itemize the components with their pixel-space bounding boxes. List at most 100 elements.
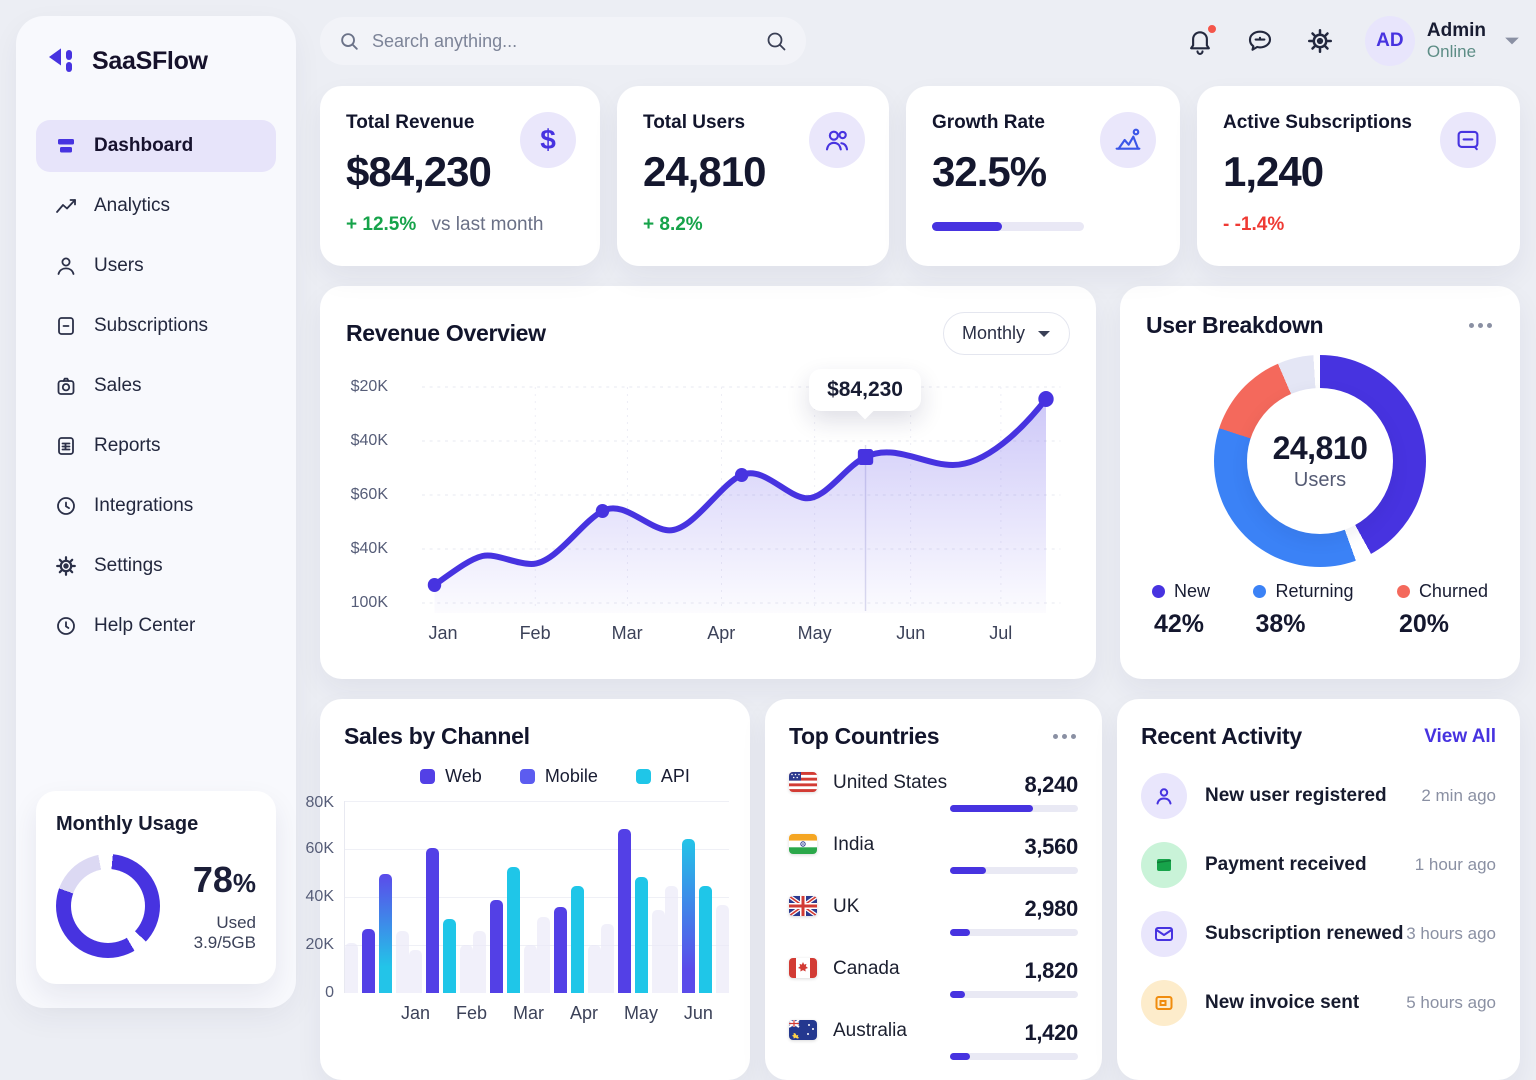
ghost-bar	[537, 917, 550, 993]
api-bar	[507, 867, 520, 993]
sidebar-item-label: Subscriptions	[94, 315, 208, 337]
revenue-line-chart: $20K $40K $60K $40K 100K	[346, 375, 1070, 615]
y-tick: 80K	[306, 794, 334, 812]
sidebar-item-sales[interactable]: Sales	[36, 360, 276, 412]
sales-legend: Web Mobile API	[384, 766, 726, 787]
x-axis-labels: Jan Feb Mar Apr May Jun	[388, 1003, 726, 1024]
payment-icon	[1141, 842, 1187, 888]
country-name: Australia	[833, 1020, 907, 1042]
gear-icon	[1305, 26, 1335, 56]
bar-group-feb	[409, 848, 473, 993]
search-icon-right	[764, 29, 788, 53]
bottom-row: Sales by Channel Web Mobile API 80K 60K …	[320, 699, 1520, 1080]
country-bar-track	[950, 929, 1078, 936]
stat-card-growth-rate: Growth Rate 32.5%	[906, 86, 1180, 266]
legend-label: Web	[445, 766, 482, 787]
sidebar-item-subscriptions[interactable]: Subscriptions	[36, 300, 276, 352]
search-input[interactable]	[372, 31, 752, 52]
legend-swatch	[636, 769, 651, 784]
x-tick: Feb	[520, 623, 551, 644]
stat-delta: + 12.5% vs last month	[346, 214, 574, 236]
sidebar-item-dashboard[interactable]: Dashboard	[36, 120, 276, 172]
sidebar-item-settings[interactable]: Settings	[36, 540, 276, 592]
view-all-link[interactable]: View All	[1424, 726, 1496, 748]
revenue-area	[434, 399, 1046, 613]
sidebar-item-label: Reports	[94, 435, 161, 457]
more-menu-icon[interactable]	[1467, 317, 1494, 334]
user-breakdown-card: User Breakdown 24,810 Users New 42%	[1120, 286, 1520, 679]
y-tick: 0	[325, 984, 334, 1002]
sidebar-item-help-center[interactable]: Help Center	[36, 600, 276, 652]
country-value: 3,560	[950, 834, 1078, 860]
monthly-usage-card: Monthly Usage 78% Used 3.9/5GB	[36, 791, 276, 984]
notifications-button[interactable]	[1185, 26, 1215, 56]
revenue-title: Revenue Overview	[346, 320, 546, 347]
country-row-united-states: United States 8,240	[789, 772, 1078, 812]
dashboard-icon	[54, 134, 78, 158]
messages-button[interactable]	[1245, 26, 1275, 56]
legend-label: Returning	[1275, 581, 1353, 602]
stat-card-total-revenue: Total Revenue $84,230 + 12.5% vs last mo…	[320, 86, 600, 266]
growth-mountain-icon	[1100, 112, 1156, 168]
integrations-icon	[54, 494, 78, 518]
country-name: United States	[833, 772, 947, 794]
activity-row-invoice: New invoice sent 5 hours ago	[1141, 980, 1496, 1026]
subscriptions-icon	[54, 314, 78, 338]
avatar-initials: AD	[1376, 30, 1403, 52]
bar-group-jan	[345, 874, 409, 993]
avatar: AD	[1365, 16, 1415, 66]
data-point	[596, 504, 609, 518]
country-bar-fill	[950, 867, 986, 874]
range-select[interactable]: Monthly	[943, 312, 1070, 355]
chart-tooltip: $84,230	[809, 369, 921, 411]
user-name: Admin	[1427, 20, 1486, 42]
mail-icon	[1141, 911, 1187, 957]
sidebar-item-label: Sales	[94, 375, 142, 397]
sidebar-item-label: Settings	[94, 555, 163, 577]
data-point	[735, 468, 748, 482]
delta-up: + 8.2%	[643, 214, 703, 235]
line-plot-area: $84,230	[398, 375, 1070, 615]
activity-row-subscription: Subscription renewed 3 hours ago	[1141, 911, 1496, 957]
more-menu-icon[interactable]	[1051, 728, 1078, 745]
sidebar-item-label: Dashboard	[94, 135, 193, 157]
y-tick: $20K	[351, 378, 388, 396]
settings-button[interactable]	[1305, 26, 1335, 56]
sales-icon	[54, 374, 78, 398]
api-bar	[635, 877, 648, 993]
api-bar	[571, 886, 584, 993]
delta-down: - -1.4%	[1223, 214, 1284, 235]
web-bar	[490, 900, 503, 993]
sidebar-item-reports[interactable]: Reports	[36, 420, 276, 472]
analytics-icon	[54, 194, 78, 218]
legend-dot	[1253, 585, 1266, 598]
dollar-glyph: $	[540, 124, 556, 156]
country-row-australia: Australia 1,420	[789, 1020, 1078, 1060]
x-tick: Apr	[707, 623, 735, 644]
x-tick: May	[798, 623, 832, 644]
search-bar[interactable]	[320, 17, 806, 65]
us-flag-icon	[789, 772, 817, 792]
x-tick: Apr	[570, 1003, 598, 1024]
ghost-bar	[409, 950, 422, 993]
user-menu[interactable]: AD Admin Online	[1365, 16, 1520, 66]
sidebar-item-integrations[interactable]: Integrations	[36, 480, 276, 532]
activity-time: 5 hours ago	[1406, 993, 1496, 1013]
chat-bubble-icon	[1245, 26, 1275, 56]
legend-percent: 42%	[1152, 610, 1210, 639]
top-countries-card: Top Countries United States 8,	[765, 699, 1102, 1080]
activity-time: 1 hour ago	[1415, 855, 1496, 875]
brand-name: SaaSFlow	[92, 47, 208, 76]
y-tick: $60K	[351, 486, 388, 504]
country-bar-fill	[950, 1053, 970, 1060]
donut-center-label: Users	[1294, 469, 1346, 492]
usage-title: Monthly Usage	[56, 813, 256, 836]
sidebar-item-users[interactable]: Users	[36, 240, 276, 292]
sidebar-item-analytics[interactable]: Analytics	[36, 180, 276, 232]
usage-used-label: Used 3.9/5GB	[176, 911, 256, 953]
topbar: AD Admin Online	[320, 16, 1520, 66]
line-chart-svg	[398, 375, 1070, 615]
users-duo-icon	[809, 112, 865, 168]
breakdown-legend: New 42% Returning 38% Churned 20%	[1146, 581, 1494, 639]
legend-percent: 38%	[1253, 610, 1353, 639]
